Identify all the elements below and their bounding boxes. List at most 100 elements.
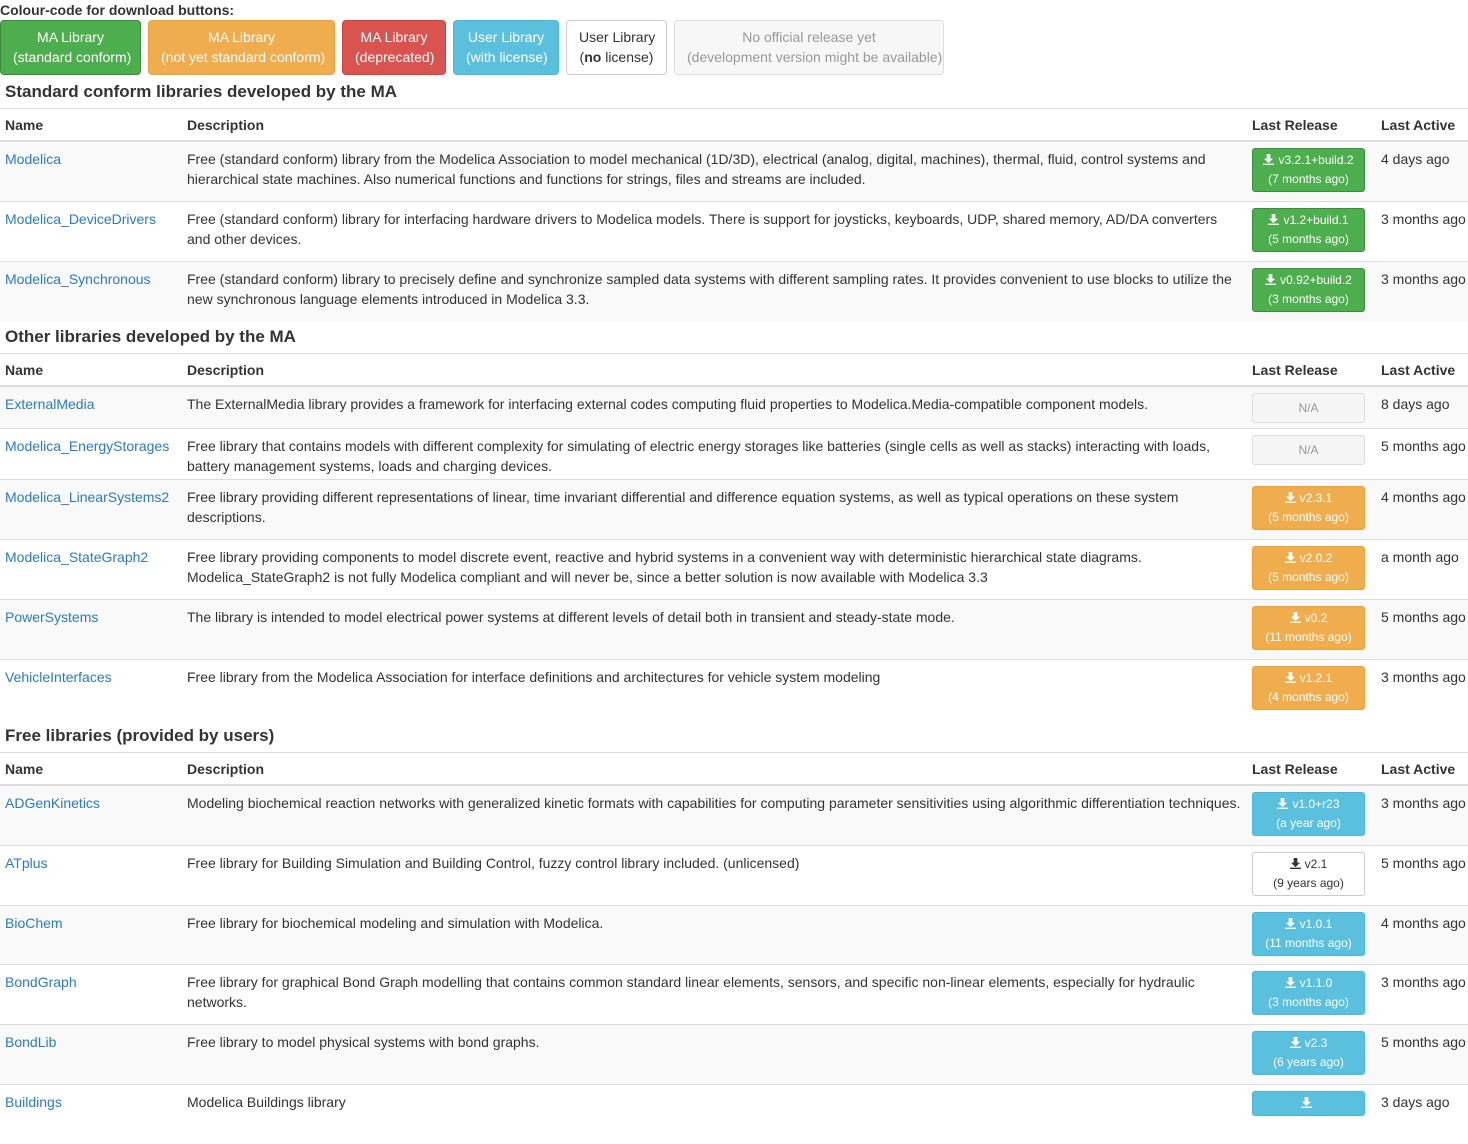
description-header: Description	[182, 752, 1247, 786]
download-button[interactable]: v1.2.1 (4 months ago)	[1252, 665, 1365, 710]
library-link[interactable]: Buildings	[5, 1094, 62, 1110]
table-row: Modelica_DeviceDrivers Free (standard con…	[0, 200, 1468, 261]
table-row: BondGraph Free library for graphical Bond…	[0, 963, 1468, 1024]
last-active: 3 days ago	[1376, 1083, 1468, 1144]
download-button[interactable]: v3.2.1+build.2 (7 months ago)	[1252, 148, 1365, 192]
table-row: BondLib Free library to model physical sy…	[0, 1023, 1468, 1084]
download-icon	[1265, 273, 1280, 287]
download-icon	[1268, 213, 1283, 227]
legend-label: MA Library	[208, 29, 275, 45]
release-age: (11 months ago)	[1265, 629, 1352, 644]
legend-user-nolicense-button[interactable]: User Library (no license)	[566, 20, 667, 75]
library-link[interactable]: BondLib	[5, 1034, 56, 1050]
library-link[interactable]: PowerSystems	[5, 609, 98, 625]
library-link[interactable]: Modelica_DeviceDrivers	[5, 211, 156, 227]
table-header: Name Description Last Release Last Active	[0, 353, 1468, 387]
last-active: 8 days ago	[1376, 385, 1468, 428]
library-description: The library is intended to model electri…	[182, 598, 1247, 659]
active-header: Last Active	[1376, 752, 1468, 786]
download-icon	[1289, 1036, 1305, 1050]
legend-ma-standard-button[interactable]: MA Library (standard conform)	[0, 20, 141, 75]
last-active: a month ago	[1376, 538, 1468, 599]
table-row: ExternalMedia The ExternalMedia library p…	[0, 385, 1468, 428]
library-link[interactable]: ADGenKinetics	[5, 795, 100, 811]
release-cell: N/A	[1247, 385, 1376, 428]
download-button[interactable]	[1252, 1090, 1365, 1116]
library-description: Free library from the Modelica Associati…	[182, 658, 1247, 719]
release-version: v0.92+build.2	[1280, 272, 1352, 287]
library-link[interactable]: ExternalMedia	[5, 396, 95, 412]
table-row: Modelica_LinearSystems2 Free library prov…	[0, 478, 1468, 539]
library-link[interactable]: BioChem	[5, 915, 63, 931]
active-header: Last Active	[1376, 353, 1468, 387]
legend-bold: no	[584, 49, 602, 65]
name-header: Name	[0, 108, 182, 142]
legend-rest: license	[601, 49, 649, 65]
legend-sublabel: (standard conform)	[13, 49, 132, 65]
download-button[interactable]: v2.1 (9 years ago)	[1252, 851, 1365, 896]
library-link[interactable]: VehicleInterfaces	[5, 669, 112, 685]
release-cell: v2.3 (6 years ago)	[1247, 1023, 1376, 1084]
release-age: (3 months ago)	[1268, 994, 1349, 1009]
table-row: PowerSystems The library is intended to m…	[0, 598, 1468, 659]
library-table: Name Description Last Release Last Active Ex…	[0, 353, 1468, 719]
table-row: Modelica Free (standard conform) library …	[0, 140, 1468, 201]
download-icon	[1301, 1096, 1316, 1110]
download-button[interactable]: v2.3.1 (5 months ago)	[1252, 485, 1365, 530]
library-description: Modelica Buildings library	[182, 1083, 1247, 1144]
last-active: 5 months ago	[1376, 427, 1468, 479]
release-version: N/A	[1298, 401, 1319, 415]
library-description: Free (standard conform) library for inte…	[182, 200, 1247, 261]
legend-ma-nonstandard-button[interactable]: MA Library (not yet standard conform)	[148, 20, 335, 75]
name-header: Name	[0, 353, 182, 387]
release-cell: v3.2.1+build.2 (7 months ago)	[1247, 140, 1376, 201]
download-icon	[1284, 976, 1300, 990]
download-button[interactable]: N/A	[1252, 393, 1365, 423]
section-title: Standard conform libraries developed by …	[5, 82, 398, 101]
release-cell: v1.0.1 (11 months ago)	[1247, 904, 1376, 964]
section-title: Other libraries developed by the MA	[5, 327, 296, 346]
table-header: Name Description Last Release Last Active	[0, 108, 1468, 142]
release-version: v1.2.1	[1299, 670, 1333, 685]
release-version: v1.2+build.1	[1283, 212, 1349, 227]
release-version: v2.1	[1304, 856, 1328, 871]
download-button[interactable]: v0.92+build.2 (3 months ago)	[1252, 267, 1365, 312]
release-cell: v2.3.1 (5 months ago)	[1247, 478, 1376, 539]
release-version: v1.0+r23	[1292, 797, 1340, 811]
download-button[interactable]: v1.1.0 (3 months ago)	[1252, 970, 1365, 1015]
last-active: 5 months ago	[1376, 598, 1468, 659]
library-description: Free (standard conform) library from the…	[182, 140, 1247, 201]
legend-label: User Library	[467, 29, 545, 45]
table-row: ATplus Free library for Building Simulati…	[0, 844, 1468, 905]
download-button[interactable]: v1.0.1 (11 months ago)	[1252, 911, 1365, 956]
library-link[interactable]: BondGraph	[5, 974, 77, 990]
legend-label: MA Library	[360, 29, 428, 45]
last-active: 3 months ago	[1376, 658, 1468, 719]
download-button[interactable]: v1.0+r23 (a year ago)	[1252, 792, 1365, 836]
download-button[interactable]: N/A	[1252, 434, 1365, 465]
library-link[interactable]: Modelica_LinearSystems2	[5, 489, 169, 505]
library-link[interactable]: Modelica_EnergyStorages	[5, 438, 169, 454]
release-cell: v2.1 (9 years ago)	[1247, 844, 1376, 905]
release-version: v2.3.1	[1299, 490, 1333, 505]
legend-title: Colour-code for download buttons:	[0, 2, 235, 18]
library-description: Free library that contains models with d…	[182, 427, 1247, 479]
legend-sublabel: (development version might be available)	[687, 49, 943, 65]
library-link[interactable]: Modelica_Synchronous	[5, 271, 151, 287]
download-button[interactable]: v1.2+build.1 (5 months ago)	[1252, 207, 1365, 252]
legend-user-license-button[interactable]: User Library (with license)	[453, 20, 559, 75]
library-link[interactable]: ATplus	[5, 855, 48, 871]
download-button[interactable]: v2.0.2 (5 months ago)	[1252, 545, 1365, 590]
download-button[interactable]: v2.3 (6 years ago)	[1252, 1030, 1365, 1075]
last-active: 4 months ago	[1376, 478, 1468, 539]
release-version: v1.0.1	[1299, 916, 1333, 931]
release-age: (5 months ago)	[1268, 569, 1349, 584]
name-header: Name	[0, 752, 182, 786]
library-link[interactable]: Modelica_StateGraph2	[5, 549, 148, 565]
last-active: 5 months ago	[1376, 844, 1468, 905]
library-link[interactable]: Modelica	[5, 151, 61, 167]
download-icon	[1284, 491, 1300, 505]
legend-ma-deprecated-button[interactable]: MA Library (deprecated)	[342, 20, 446, 75]
download-button[interactable]: v0.2 (11 months ago)	[1252, 605, 1365, 650]
table-row: Modelica_Synchronous Free (standard confo…	[0, 260, 1468, 321]
